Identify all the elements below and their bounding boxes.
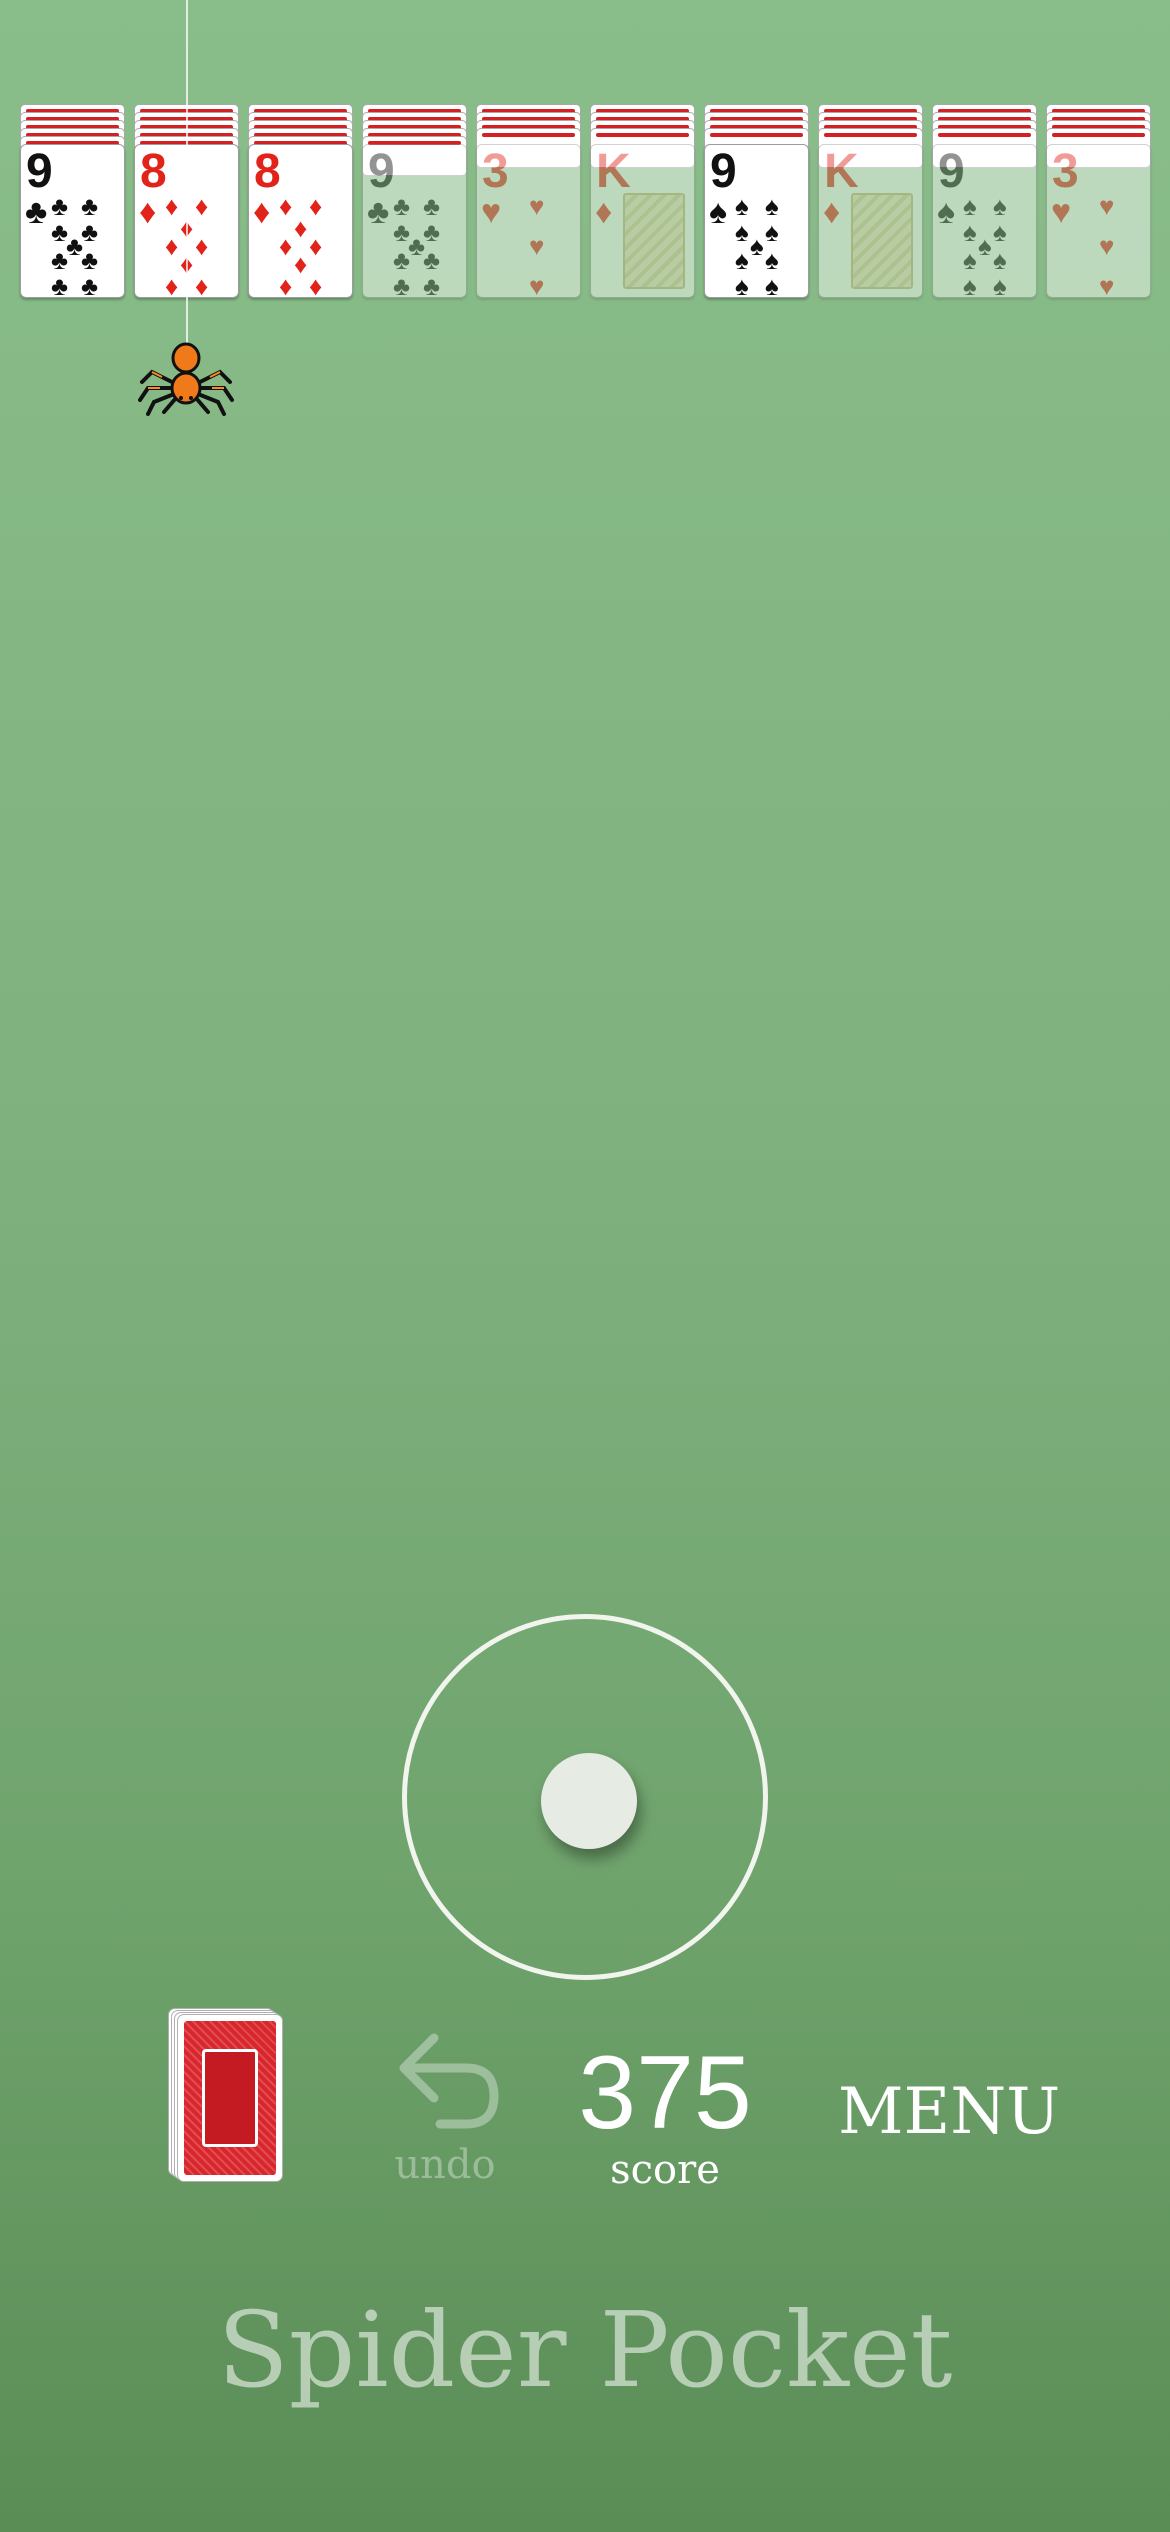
suit-pip-icon: ♣ (81, 245, 99, 275)
card-rank: 9 (26, 145, 53, 198)
card-back-stack-icon (177, 2014, 283, 2182)
suit-pip-icon: ♥ (1099, 271, 1115, 298)
card-rank: 3 (1052, 145, 1079, 198)
menu-button[interactable]: MENU (838, 2072, 1060, 2152)
suit-pip-icon: ♣ (81, 217, 99, 247)
suit-pip-icon: ♥ (529, 271, 545, 298)
suit-pip-icon: ♦ (309, 191, 323, 221)
suit-pip-icon: ♠ (978, 231, 992, 261)
suit-pip-icon: ♥ (1099, 231, 1115, 261)
suit-pip-icon: ♠ (963, 191, 977, 221)
card-back-pattern (184, 2021, 276, 2175)
suit-pip-icon: ♠ (993, 191, 1007, 221)
app-title: Spider Pocket (217, 2289, 953, 2411)
spade-icon: ♠ (937, 193, 956, 231)
suit-pip-icon: ♦ (195, 191, 209, 221)
suit-pip-icon: ♠ (993, 271, 1007, 298)
score-display: 375 score (560, 2038, 770, 2198)
suit-pip-icon: ♦ (279, 231, 293, 261)
suit-pip-icon: ♣ (423, 191, 441, 221)
card-rank: K (596, 145, 631, 198)
undo-arrow-icon (399, 2033, 499, 2129)
suit-pip-icon: ♣ (51, 191, 69, 221)
suit-pip-icon: ♣ (81, 271, 99, 298)
suit-pip-icon: ♦ (279, 271, 293, 298)
suit-pip-icon: ♥ (529, 231, 545, 261)
score-value: 375 (578, 2035, 752, 2151)
card-rank: 9 (938, 145, 965, 198)
card-rank: 8 (254, 145, 281, 198)
suit-pip-icon: ♥ (529, 191, 545, 221)
diamond-icon: ♦ (823, 193, 841, 231)
playing-card[interactable]: 9 ♣ ♣ ♣ ♣ ♣ ♣ ♣ ♣ ♣ ♣ (20, 144, 125, 298)
card-rank: 9 (368, 145, 395, 198)
spider-icon[interactable] (138, 338, 234, 418)
suit-pip-icon: ♣ (423, 245, 441, 275)
diamond-icon: ♦ (595, 193, 613, 231)
suit-pip-icon: ♣ (393, 191, 411, 221)
score-label: score (610, 2147, 720, 2193)
suit-pip-icon: ♦ (294, 213, 308, 243)
undo-label: undo (394, 2142, 496, 2188)
card-rank: 9 (710, 145, 737, 198)
king-face-icon (623, 193, 685, 289)
king-face-icon (851, 193, 913, 289)
heart-icon: ♥ (1051, 193, 1072, 231)
suit-pip-icon: ♦ (165, 231, 179, 261)
suit-pip-icon: ♣ (51, 245, 69, 275)
playing-card[interactable]: 3 ♥ ♥ ♥ ♥ (1046, 144, 1151, 298)
playing-card[interactable]: 9 ♠ ♠ ♠ ♠ ♠ ♠ ♠ ♠ ♠ ♠ (704, 144, 809, 298)
suit-pip-icon: ♠ (735, 271, 749, 298)
suit-pip-icon: ♣ (393, 245, 411, 275)
suit-pip-icon: ♠ (765, 245, 779, 275)
suit-pip-icon: ♦ (279, 191, 293, 221)
joystick-ring[interactable] (402, 1614, 768, 1980)
playing-card[interactable]: 8♦♦♦♦♦♦♦♦♦ (248, 144, 353, 298)
suit-pip-icon: ♠ (993, 245, 1007, 275)
stock-pile[interactable] (168, 2008, 286, 2184)
spade-icon: ♠ (709, 193, 728, 231)
playing-card[interactable]: 3 ♥ ♥ ♥ ♥ (476, 144, 581, 298)
diamond-icon: ♦ (253, 193, 271, 231)
suit-pip-icon: ♣ (423, 217, 441, 247)
suit-pip-icon: ♠ (765, 271, 779, 298)
suit-pip-icon: ♣ (81, 191, 99, 221)
suit-pip-icon: ♣ (423, 271, 441, 298)
playing-card[interactable]: 9 ♣ ♣ ♣ ♣ ♣ ♣ ♣ ♣ ♣ ♣ (362, 144, 467, 298)
heart-icon: ♥ (481, 193, 502, 231)
suit-pip-icon: ♠ (735, 217, 749, 247)
suit-pip-icon: ♠ (765, 191, 779, 221)
card-rank: 3 (482, 145, 509, 198)
suit-pip-icon: ♠ (765, 217, 779, 247)
suit-pip-icon: ♠ (993, 217, 1007, 247)
suit-pip-icon: ♦ (165, 271, 179, 298)
suit-pip-icon: ♣ (51, 271, 69, 298)
spider-thread (186, 0, 188, 345)
suit-pip-icon: ♣ (393, 271, 411, 298)
suit-pip-icon: ♦ (309, 231, 323, 261)
suit-pip-icon: ♦ (195, 271, 209, 298)
club-icon: ♣ (367, 193, 390, 231)
suit-pip-icon: ♦ (294, 249, 308, 279)
suit-pip-icon: ♠ (735, 191, 749, 221)
suit-pip-icon: ♦ (195, 231, 209, 261)
card-rank: 8 (140, 145, 167, 198)
club-icon: ♣ (25, 193, 48, 231)
undo-button[interactable]: undo (380, 2020, 510, 2190)
suit-pip-icon: ♦ (309, 271, 323, 298)
playing-card[interactable]: 9 ♠ ♠ ♠ ♠ ♠ ♠ ♠ ♠ ♠ ♠ (932, 144, 1037, 298)
suit-pip-icon: ♠ (963, 245, 977, 275)
suit-pip-icon: ♠ (750, 231, 764, 261)
card-rank: K (824, 145, 859, 198)
diamond-icon: ♦ (139, 193, 157, 231)
suit-pip-icon: ♠ (963, 271, 977, 298)
suit-pip-icon: ♠ (735, 245, 749, 275)
playing-card[interactable]: K ♦ (818, 144, 923, 298)
playing-card[interactable]: K ♦ (590, 144, 695, 298)
joystick-knob[interactable] (541, 1753, 637, 1849)
suit-pip-icon: ♦ (165, 191, 179, 221)
suit-pip-icon: ♥ (1099, 191, 1115, 221)
suit-pip-icon: ♠ (963, 217, 977, 247)
